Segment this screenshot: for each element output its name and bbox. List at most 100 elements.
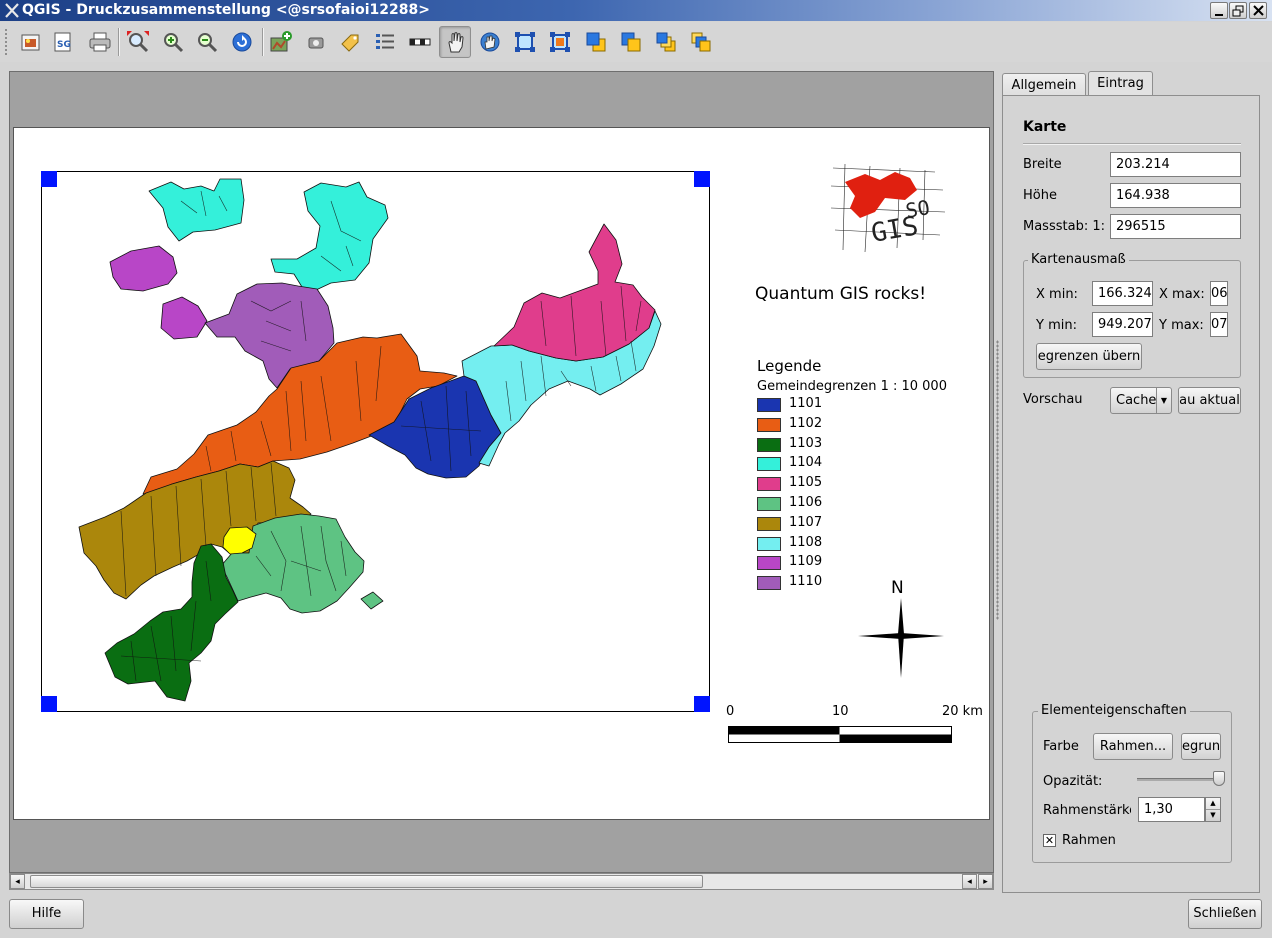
item-properties-panel: Karte Breite 203.214 Höhe 164.938 Massst…	[1002, 95, 1260, 893]
breite-input[interactable]: 203.214	[1110, 152, 1241, 177]
export-image-button[interactable]	[15, 26, 47, 58]
qgis-logo-icon	[5, 3, 19, 18]
frame-color-button[interactable]: Rahmen...	[1093, 733, 1173, 760]
maximize-button[interactable]	[1229, 2, 1247, 19]
zoom-out-button[interactable]	[191, 26, 223, 58]
section-divider	[1023, 143, 1241, 145]
close-button[interactable]: Schließen	[1188, 899, 1262, 929]
legend-label: 1104	[789, 455, 823, 471]
legend-swatch	[757, 417, 781, 432]
frame-width-input[interactable]: 1,30	[1138, 797, 1205, 822]
raise-button[interactable]	[580, 26, 612, 58]
zoom-full-button[interactable]	[122, 26, 154, 58]
lower-icon	[621, 32, 641, 52]
apply-extent-button[interactable]: egrenzen übern	[1036, 343, 1142, 370]
toolbar-grip[interactable]	[4, 28, 8, 56]
preview-select[interactable]: Cache ▼	[1110, 387, 1172, 414]
background-color-button[interactable]: egrun	[1181, 733, 1221, 760]
help-button[interactable]: Hilfe	[9, 899, 84, 929]
resize-handle-bottom-right[interactable]	[694, 696, 710, 712]
scalebar-label-0: 0	[726, 704, 735, 719]
select-move-button[interactable]	[439, 26, 471, 58]
zoom-in-icon	[164, 33, 184, 53]
frame-checkbox-label: Rahmen	[1062, 833, 1116, 848]
hoehe-input[interactable]: 164.938	[1110, 183, 1241, 208]
add-legend-button[interactable]	[369, 26, 401, 58]
element-properties-group: Elementeigenschaften Farbe Rahmen... egr…	[1032, 703, 1232, 863]
panel-splitter[interactable]	[996, 340, 999, 620]
ymax-label: Y max:	[1159, 318, 1204, 333]
legend-swatch	[757, 398, 781, 412]
refresh-button[interactable]	[226, 26, 258, 58]
farbe-label: Farbe	[1043, 739, 1079, 754]
frame-width-spinner[interactable]: ▲ ▼	[1205, 797, 1221, 822]
add-label-button[interactable]	[334, 26, 366, 58]
add-scalebar-button[interactable]	[404, 26, 436, 58]
scalebar-item[interactable]: 0 10 20 km	[726, 704, 986, 746]
legend-entry: 1101	[757, 396, 947, 416]
xmax-input[interactable]: 06	[1210, 281, 1228, 306]
minimize-button[interactable]	[1210, 2, 1228, 19]
ungroup-button[interactable]	[544, 26, 576, 58]
move-content-button[interactable]	[474, 26, 506, 58]
legend-swatch	[757, 576, 781, 591]
select-move-icon	[448, 32, 464, 53]
scalebar-label-20: 20 km	[942, 704, 983, 719]
toolbar-separator	[262, 28, 264, 56]
resize-handle-bottom-left[interactable]	[41, 696, 57, 712]
lower-button[interactable]	[615, 26, 647, 58]
window-title: QGIS - Druckzusammenstellung <@srsofaioi…	[22, 2, 430, 18]
extent-group: Kartenausmaß X min: 166.324 X max: 06 Y …	[1023, 252, 1241, 378]
spin-up-icon[interactable]: ▲	[1206, 798, 1220, 810]
xmin-input[interactable]: 166.324	[1092, 281, 1153, 306]
sogis-logo-icon: GIS SO	[830, 163, 946, 253]
group-button[interactable]	[509, 26, 541, 58]
ymax-input[interactable]: 07	[1210, 312, 1228, 337]
update-preview-button[interactable]: au aktual	[1178, 387, 1241, 414]
district-1109	[160, 296, 208, 340]
ymin-input[interactable]: 949.207	[1092, 312, 1153, 337]
move-bottom-button[interactable]	[685, 26, 717, 58]
opacity-slider-handle[interactable]	[1213, 771, 1225, 786]
spin-down-icon[interactable]: ▼	[1206, 810, 1220, 821]
scroll-left-button-2[interactable]: ◂	[962, 874, 977, 889]
close-window-button[interactable]	[1249, 2, 1267, 19]
tab-eintrag[interactable]: Eintrag	[1088, 71, 1153, 98]
ungroup-icon	[550, 32, 570, 52]
scroll-left-button[interactable]: ◂	[10, 874, 25, 889]
legend-swatch	[757, 556, 781, 571]
map-item[interactable]	[41, 171, 710, 712]
move-top-button[interactable]	[650, 26, 682, 58]
opacity-slider[interactable]	[1137, 778, 1219, 781]
massstab-input[interactable]: 296515	[1110, 214, 1241, 239]
scroll-thumb[interactable]	[30, 875, 703, 888]
legend-entry: 1109	[757, 554, 947, 574]
resize-handle-top-left[interactable]	[41, 171, 57, 187]
horizontal-scrollbar[interactable]: ◂ ◂ ▸	[9, 873, 994, 890]
map-label[interactable]: Quantum GIS rocks!	[755, 284, 926, 304]
element-properties-title: Elementeigenschaften	[1038, 703, 1190, 718]
add-image-button[interactable]	[300, 26, 332, 58]
toolbar-separator	[118, 28, 120, 56]
zoom-out-icon	[198, 33, 218, 53]
legend-swatch	[757, 516, 781, 531]
legend-label: 1102	[789, 415, 823, 431]
legend-item[interactable]: Legende Gemeindegrenzen 1 : 10 000 1101 1…	[757, 357, 947, 594]
frame-checkbox[interactable]: ✕	[1043, 834, 1056, 847]
zoom-in-button[interactable]	[157, 26, 189, 58]
legend-label: 1108	[789, 534, 823, 550]
logo-image[interactable]: GIS SO	[825, 160, 950, 256]
export-svg-button[interactable]: SG	[47, 26, 79, 58]
add-map-button[interactable]	[265, 26, 297, 58]
legend-label: 1103	[789, 435, 823, 451]
scroll-right-button[interactable]: ▸	[978, 874, 993, 889]
export-image-icon	[21, 34, 40, 51]
resize-handle-top-right[interactable]	[694, 171, 710, 187]
legend-label: 1101	[789, 396, 823, 411]
district-1109	[109, 245, 178, 292]
print-button[interactable]	[84, 26, 116, 58]
toolbar: SG	[0, 22, 1272, 62]
north-arrow[interactable]: N	[856, 578, 946, 680]
breite-label: Breite	[1023, 157, 1062, 172]
legend-entry: 1102	[757, 416, 947, 436]
